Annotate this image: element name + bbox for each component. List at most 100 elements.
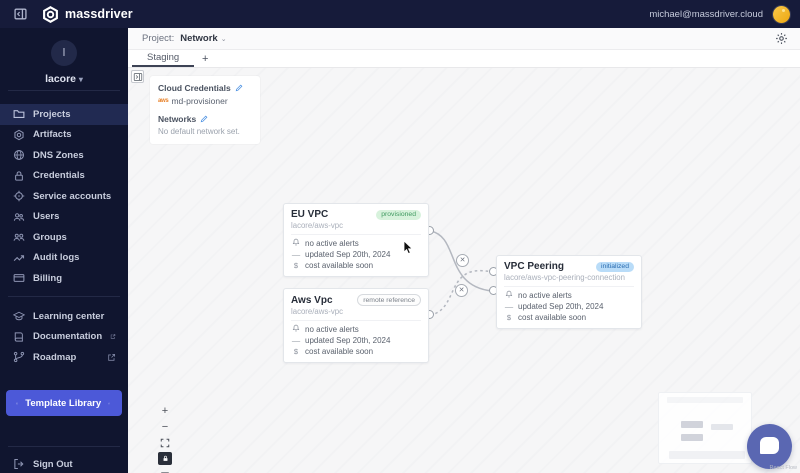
code-brackets-icon xyxy=(16,398,18,409)
node-subtitle: lacore/aws-vpc xyxy=(291,307,421,321)
panel-expand-icon xyxy=(133,72,143,82)
node-updated-row: –– updated Sep 20th, 2024 xyxy=(291,250,391,259)
sidebar-nav-item[interactable]: DNS Zones xyxy=(0,145,128,166)
project-select[interactable]: Network xyxy=(180,33,217,44)
environment-tabs: Staging + xyxy=(128,50,800,68)
artifacts-icon xyxy=(13,129,25,141)
networks-label: Networks xyxy=(158,114,197,124)
sidebar-nav-item[interactable]: Groups xyxy=(0,227,128,248)
chat-icon xyxy=(760,437,779,454)
dash-icon: –– xyxy=(504,302,514,311)
top-header: massdriver michael@massdriver.cloud xyxy=(0,0,800,28)
bell-icon xyxy=(291,324,301,335)
divider xyxy=(8,446,120,447)
globe-icon xyxy=(13,149,25,161)
chat-launcher-button[interactable] xyxy=(747,424,792,469)
zoom-in-button[interactable]: + xyxy=(158,404,172,417)
sign-out-button[interactable]: Sign Out xyxy=(0,452,128,473)
add-environment-button[interactable]: + xyxy=(194,50,216,67)
diagram-canvas[interactable]: Cloud Credentials aws md-provisioner Net… xyxy=(128,68,800,473)
app-window: massdriver michael@massdriver.cloud l la… xyxy=(0,0,800,473)
settings-gear-icon[interactable] xyxy=(775,32,788,45)
template-library-label: Template Library xyxy=(25,397,102,409)
sidebar-collapse-button[interactable] xyxy=(12,7,28,21)
node-subtitle: lacore/aws-vpc xyxy=(291,221,421,235)
loading-skeleton-panel xyxy=(658,392,752,464)
org-initial: l xyxy=(62,47,66,59)
sidebar-item-label: Projects xyxy=(33,108,71,120)
fit-view-button[interactable] xyxy=(158,436,172,449)
canvas-node[interactable]: EU VPC provisioned lacore/aws-vpc no act… xyxy=(283,203,429,277)
node-alerts-row: no active alerts xyxy=(504,290,634,301)
canvas-node[interactable]: VPC Peering initialized lacore/aws-vpc-p… xyxy=(496,255,642,329)
template-library-button[interactable]: Template Library xyxy=(6,390,122,416)
edge-delete-button[interactable]: ✕ xyxy=(455,284,468,297)
node-alerts-row: no active alerts xyxy=(291,238,421,249)
org-switcher[interactable]: lacore ▾ xyxy=(0,73,128,85)
external-link-icon xyxy=(107,353,116,362)
sidebar-item-label: Users xyxy=(33,211,60,223)
sidebar-nav-item[interactable]: Documentation xyxy=(0,327,128,348)
bell-icon xyxy=(291,238,301,249)
edit-pencil-icon[interactable] xyxy=(235,84,243,92)
layout-button[interactable] xyxy=(158,468,172,473)
sign-out-label: Sign Out xyxy=(33,458,73,470)
react-flow-attribution: React Flow xyxy=(769,465,797,471)
sidebar-nav-item[interactable]: Users xyxy=(0,207,128,228)
sidebar-nav: Projects Artifacts DNS Zones Credentials xyxy=(0,104,128,289)
divider xyxy=(8,296,120,297)
branch-icon xyxy=(13,351,25,363)
node-updated-row: –– updated Sep 20th, 2024 xyxy=(291,336,391,345)
edge-delete-button[interactable]: ✕ xyxy=(456,254,469,267)
sidebar-nav-item[interactable]: Learning center xyxy=(0,306,128,327)
user-avatar[interactable] xyxy=(773,5,790,23)
sidebar-nav-item[interactable]: Credentials xyxy=(0,166,128,187)
node-title: Aws Vpc xyxy=(291,294,333,306)
edit-pencil-icon[interactable] xyxy=(200,115,208,123)
dash-icon: –– xyxy=(291,336,301,345)
org-avatar[interactable]: l xyxy=(51,40,77,66)
massdriver-logo[interactable]: massdriver xyxy=(42,6,133,23)
canvas-node[interactable]: Aws Vpc remote reference lacore/aws-vpc … xyxy=(283,288,429,363)
fit-view-icon xyxy=(160,438,170,448)
external-link-icon xyxy=(110,332,116,341)
cloud-credentials-label: Cloud Credentials xyxy=(158,83,231,93)
lock-icon xyxy=(162,455,169,462)
dash-icon: –– xyxy=(291,250,301,259)
sign-out-icon xyxy=(13,458,25,470)
sidebar-item-label: Documentation xyxy=(33,331,103,343)
main-content: Project: Network ⌄ Staging + Cloud Crede… xyxy=(128,28,800,473)
sidebar-nav-item[interactable]: Projects xyxy=(0,104,128,125)
bell-icon xyxy=(504,290,514,301)
crosshair-icon xyxy=(13,190,25,202)
sidebar-item-label: Roadmap xyxy=(33,351,77,363)
sidebar-nav-item[interactable]: Artifacts xyxy=(0,125,128,146)
sidebar-nav-item[interactable]: Audit logs xyxy=(0,248,128,269)
chevron-down-icon: ⌄ xyxy=(220,35,227,43)
folder-icon xyxy=(13,108,25,120)
node-status-badge: initialized xyxy=(596,261,634,272)
collapse-left-icon xyxy=(13,7,28,21)
dollar-icon: $ xyxy=(293,347,299,356)
aws-provider-icon: aws xyxy=(158,98,169,104)
sidebar-secondary-nav: Learning center Documentation Roadmap xyxy=(0,306,128,368)
dollar-icon: $ xyxy=(506,313,512,322)
sidebar-nav-item[interactable]: Billing xyxy=(0,268,128,289)
divider xyxy=(8,90,120,91)
sidebar-nav-item[interactable]: Roadmap xyxy=(0,347,128,368)
book-icon xyxy=(13,331,25,343)
node-updated-row: –– updated Sep 20th, 2024 xyxy=(504,302,604,311)
node-status-badge: provisioned xyxy=(376,209,421,220)
trend-icon xyxy=(13,252,25,264)
user-email: michael@massdriver.cloud xyxy=(649,8,763,20)
lock-interactivity-button[interactable] xyxy=(158,452,172,465)
tab-staging[interactable]: Staging xyxy=(132,50,195,67)
groups-icon xyxy=(13,231,25,243)
node-title: VPC Peering xyxy=(504,261,565,272)
sidebar-item-label: Service accounts xyxy=(33,190,112,202)
sidebar-nav-item[interactable]: Service accounts xyxy=(0,186,128,207)
project-label: Project: xyxy=(142,33,175,44)
org-name: lacore xyxy=(45,73,76,85)
zoom-out-button[interactable]: − xyxy=(158,420,172,433)
panel-expand-button[interactable] xyxy=(131,70,144,83)
